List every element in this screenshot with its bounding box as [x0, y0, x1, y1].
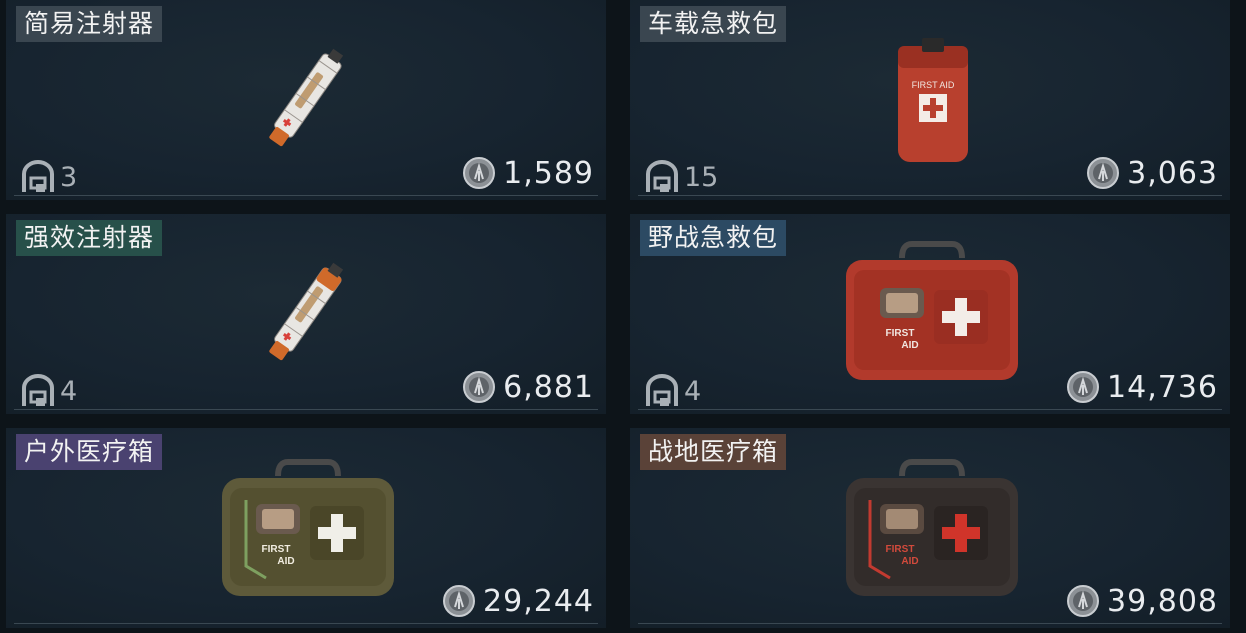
item-card-strong-syringe[interactable]: 强效注射器 4 6,881 — [6, 214, 606, 414]
coin-icon — [463, 157, 496, 189]
pouch-label: FIRST AID — [912, 80, 955, 90]
price-value: 14,736 — [1107, 369, 1218, 405]
weight-indicator: 3 — [20, 160, 77, 194]
syringe-orange-icon — [269, 262, 344, 361]
item-card-battlefield-medbox[interactable]: 战地医疗箱 FIRST AID 39,808 — [630, 428, 1230, 628]
kit-label-first: FIRST — [886, 328, 915, 339]
weight-value: 3 — [60, 161, 78, 193]
item-name-tag: 野战急救包 — [640, 220, 787, 256]
coin-icon — [1067, 371, 1100, 403]
price-value: 29,244 — [483, 583, 594, 619]
price-display: 1,589 — [463, 154, 594, 192]
kit-red-icon: FIRST AID — [846, 241, 1018, 380]
case-olive-icon: FIRST AID — [222, 459, 394, 596]
backpack-weight-icon — [22, 374, 54, 406]
item-name-tag: 强效注射器 — [16, 220, 163, 256]
item-card-vehicle-firstaid[interactable]: 车载急救包 FIRST AID 15 3,063 — [630, 0, 1230, 200]
price-display: 14,736 — [1067, 368, 1218, 406]
price-value: 1,589 — [503, 155, 594, 191]
item-name-tag: 战地医疗箱 — [640, 434, 787, 470]
item-name-tag: 车载急救包 — [640, 6, 787, 42]
coin-icon — [463, 371, 496, 403]
item-name-tag: 简易注射器 — [16, 6, 163, 42]
price-value: 3,063 — [1127, 155, 1218, 191]
price-display: 39,808 — [1067, 582, 1218, 620]
price-display: 29,244 — [443, 582, 594, 620]
item-name-tag: 户外医疗箱 — [16, 434, 163, 470]
item-grid: 简易注射器 3 1,589 车载急救包 FIRST AID 15 3,063 强… — [0, 0, 1246, 633]
backpack-weight-icon — [646, 374, 678, 406]
pouch-red-icon: FIRST AID — [898, 38, 968, 162]
price-value: 6,881 — [503, 369, 594, 405]
price-value: 39,808 — [1107, 583, 1218, 619]
weight-indicator: 15 — [644, 160, 718, 194]
weight-value: 4 — [60, 375, 78, 407]
price-display: 6,881 — [463, 368, 594, 406]
case-black-icon: FIRST AID — [846, 459, 1018, 596]
backpack-weight-icon — [22, 160, 54, 192]
kit-label-first: FIRST — [262, 544, 291, 555]
item-card-field-firstaid[interactable]: 野战急救包 FIRST AID 4 14,736 — [630, 214, 1230, 414]
coin-icon — [443, 585, 476, 617]
kit-label-aid: AID — [901, 556, 918, 567]
price-display: 3,063 — [1087, 154, 1218, 192]
weight-value: 4 — [684, 375, 702, 407]
kit-label-aid: AID — [277, 556, 294, 567]
coin-icon — [1067, 585, 1100, 617]
kit-label-aid: AID — [901, 340, 918, 351]
weight-value: 15 — [684, 161, 719, 193]
weight-indicator: 4 — [644, 374, 701, 408]
item-card-outdoor-medbox[interactable]: 户外医疗箱 FIRST AID 29,244 — [6, 428, 606, 628]
weight-indicator: 4 — [20, 374, 77, 408]
item-card-simple-syringe[interactable]: 简易注射器 3 1,589 — [6, 0, 606, 200]
coin-icon — [1087, 157, 1120, 189]
backpack-weight-icon — [646, 160, 678, 192]
kit-label-first: FIRST — [886, 544, 915, 555]
syringe-white-icon — [269, 48, 344, 147]
